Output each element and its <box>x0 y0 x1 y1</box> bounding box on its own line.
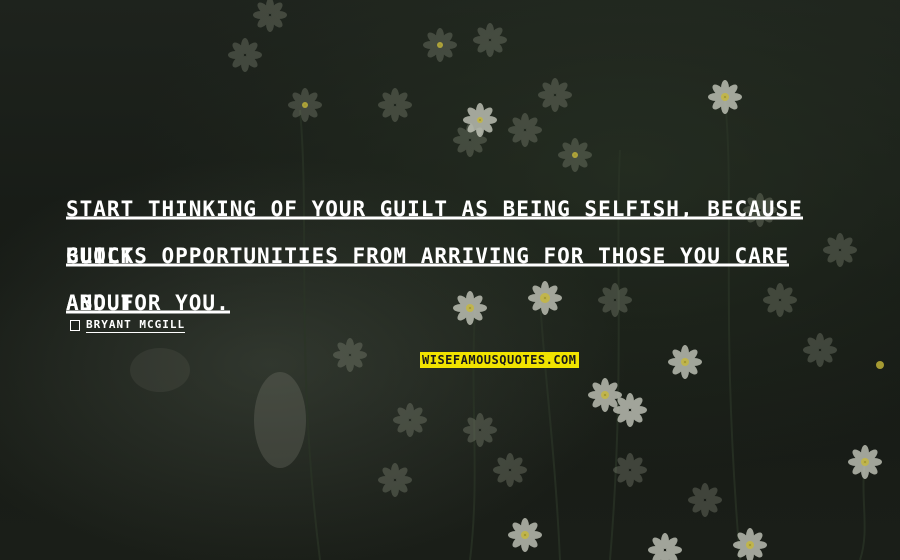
watermark-badge: WISEFAMOUSQUOTES.COM <box>420 352 579 368</box>
quote-line-1: START THINKING OF YOUR GUILT AS BEING SE… <box>66 186 846 268</box>
quote-image: START THINKING OF YOUR GUILT AS BEING SE… <box>0 0 900 560</box>
author-attribution: BRYANT MCGILL <box>70 318 186 333</box>
quote-line-2: BLOCKS OPPORTUNITIES FROM ARRIVING FOR T… <box>66 233 846 315</box>
quote-text-block: START THINKING OF YOUR GUILT AS BEING SE… <box>66 186 846 327</box>
author-box-icon <box>70 320 80 331</box>
watermark-text: WISEFAMOUSQUOTES.COM <box>422 353 577 367</box>
author-name: BRYANT MCGILL <box>86 318 186 333</box>
quote-line-text: AND FOR YOU. <box>66 291 230 315</box>
